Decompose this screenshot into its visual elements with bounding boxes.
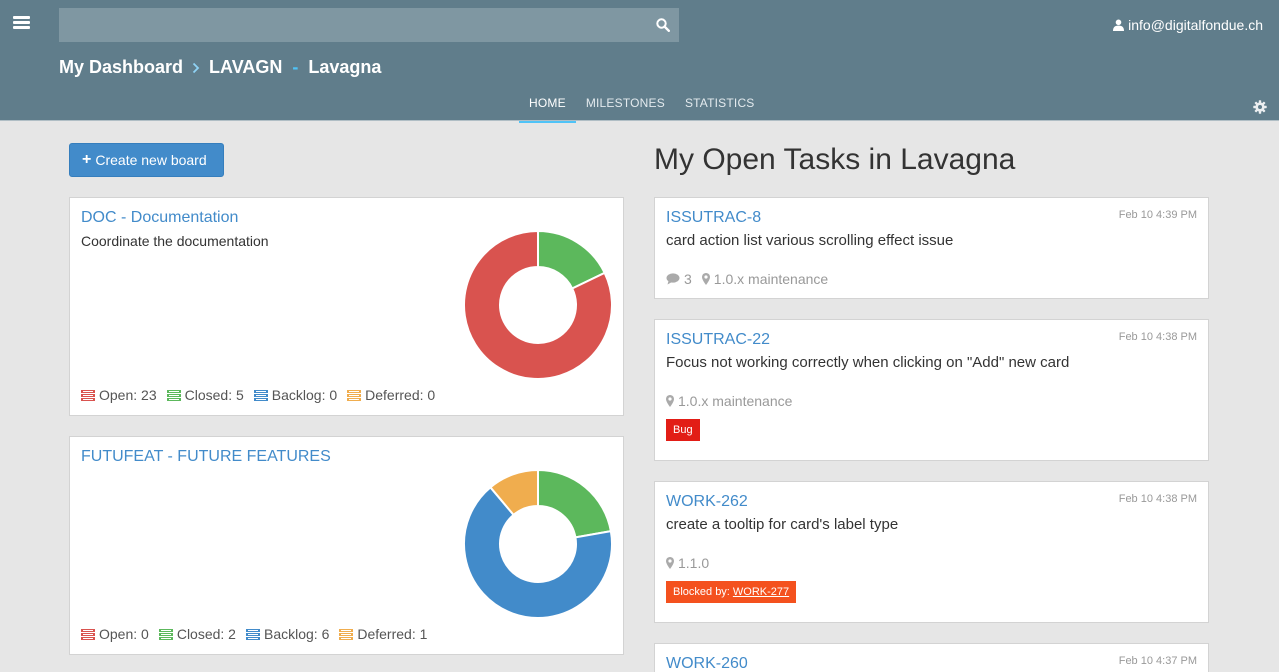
stat-open-label: Open: 23 [99,387,157,403]
task-comment-count: 3 [684,271,692,287]
task-milestone: 1.0.x maintenance [713,271,829,287]
breadcrumb-project-name: Lavagna [308,57,382,77]
search-bar [59,8,679,42]
task-label-bug[interactable]: Bug [666,419,700,441]
gear-icon[interactable] [1253,100,1267,114]
user-icon [1113,19,1125,31]
backlog-list-icon [253,389,268,401]
search-icon[interactable] [656,18,670,32]
task-milestone: 1.1.0 [678,555,710,571]
board-stats: Open: 23 Closed: 5 Backlog: 0 Deferred: … [81,387,435,403]
task-milestone: 1.0.x maintenance [678,393,793,409]
stat-closed-label: Closed: 2 [176,626,236,642]
breadcrumb-project-key[interactable]: LAVAGN [209,57,282,78]
tab-home[interactable]: HOME [519,88,576,123]
board-status-donut-chart [463,230,613,380]
blocked-by-link[interactable]: WORK-277 [733,586,789,598]
stat-backlog-label: Backlog: 0 [271,387,338,403]
breadcrumb: My Dashboard LAVAGN - Lavagna [59,57,381,78]
closed-list-icon [158,628,173,640]
task-card: WORK-262 Feb 10 4:38 PM create a tooltip… [654,481,1209,623]
board-card: DOC - Documentation Coordinate the docum… [69,197,624,416]
stat-deferred: Deferred: 1 [339,626,427,642]
board-status-donut-chart [463,469,613,619]
board-title[interactable]: FUTUFEAT - FUTURE FEATURES [81,448,331,466]
board-stats: Open: 0 Closed: 2 Backlog: 6 Deferred: 1 [81,626,427,642]
stat-backlog-label: Backlog: 6 [263,626,330,642]
user-menu[interactable]: info@digitalfondue.ch [1113,17,1263,33]
task-card: ISSUTRAC-8 Feb 10 4:39 PM card action li… [654,197,1209,299]
task-date: Feb 10 4:38 PM [1118,493,1197,505]
task-date: Feb 10 4:39 PM [1118,209,1197,221]
task-name: Focus not working correctly when clickin… [666,354,1070,371]
breadcrumb-separator-icon: - [292,57,299,77]
task-card: WORK-260 Feb 10 4:37 PM [654,643,1209,672]
stat-deferred-label: Deferred: 1 [357,626,428,642]
comment-icon [666,273,680,285]
donut-slice-closed [537,469,613,539]
stat-deferred-label: Deferred: 0 [365,387,436,403]
task-id-link[interactable]: ISSUTRAC-8 [666,209,761,227]
project-tabs: HOME MILESTONES STATISTICS [519,88,765,123]
stat-backlog: Backlog: 6 [245,626,330,642]
task-date: Feb 10 4:38 PM [1118,331,1197,343]
board-title[interactable]: DOC - Documentation [81,209,238,227]
map-marker-icon [666,395,674,407]
tab-statistics[interactable]: STATISTICS [675,88,765,123]
map-marker-icon [701,273,710,285]
map-marker-icon [666,557,674,569]
task-label-blocked: Blocked by: WORK-277 [666,581,797,603]
tab-milestones[interactable]: MILESTONES [576,88,675,123]
task-id-link[interactable]: WORK-262 [666,493,748,511]
board-card: FUTUFEAT - FUTURE FEATURES Open: 0 Close… [69,436,624,655]
search-input[interactable] [59,8,639,42]
task-meta: 1.0.x maintenance [666,393,792,409]
stat-open: Open: 23 [81,387,157,403]
create-board-label: Create new board [95,152,207,168]
blocked-by-prefix: Blocked by: [673,586,730,598]
open-list-icon [81,628,95,640]
task-id-link[interactable]: ISSUTRAC-22 [666,331,770,349]
breadcrumb-dashboard[interactable]: My Dashboard [59,57,183,78]
task-id-link[interactable]: WORK-260 [666,655,748,672]
chevron-right-icon [192,62,200,74]
stat-deferred: Deferred: 0 [347,387,435,403]
task-name: create a tooltip for card's label type [666,516,899,533]
task-card: ISSUTRAC-22 Feb 10 4:38 PM Focus not wor… [654,319,1209,461]
stat-open: Open: 0 [81,626,149,642]
task-name: card action list various scrolling effec… [666,232,954,249]
plus-icon: + [82,151,92,168]
stat-backlog: Backlog: 0 [253,387,338,403]
top-header: info@digitalfondue.ch My Dashboard LAVAG… [0,0,1279,123]
deferred-list-icon [347,389,362,401]
create-board-button[interactable]: + Create new board [69,143,224,177]
stat-open-label: Open: 0 [99,626,149,642]
task-date: Feb 10 4:37 PM [1118,655,1197,667]
task-meta: 3 1.0.x maintenance [666,271,828,287]
closed-list-icon [166,389,181,401]
deferred-list-icon [339,628,354,640]
stat-closed: Closed: 2 [158,626,236,642]
board-description: Coordinate the documentation [81,233,269,249]
open-list-icon [81,389,95,401]
stat-closed-label: Closed: 5 [184,387,244,403]
task-meta: 1.1.0 [666,555,709,571]
hamburger-menu-icon[interactable] [13,16,30,30]
stat-closed: Closed: 5 [166,387,244,403]
backlog-list-icon [245,628,260,640]
user-email: info@digitalfondue.ch [1128,17,1263,33]
page-title: My Open Tasks in Lavagna [654,143,1016,176]
